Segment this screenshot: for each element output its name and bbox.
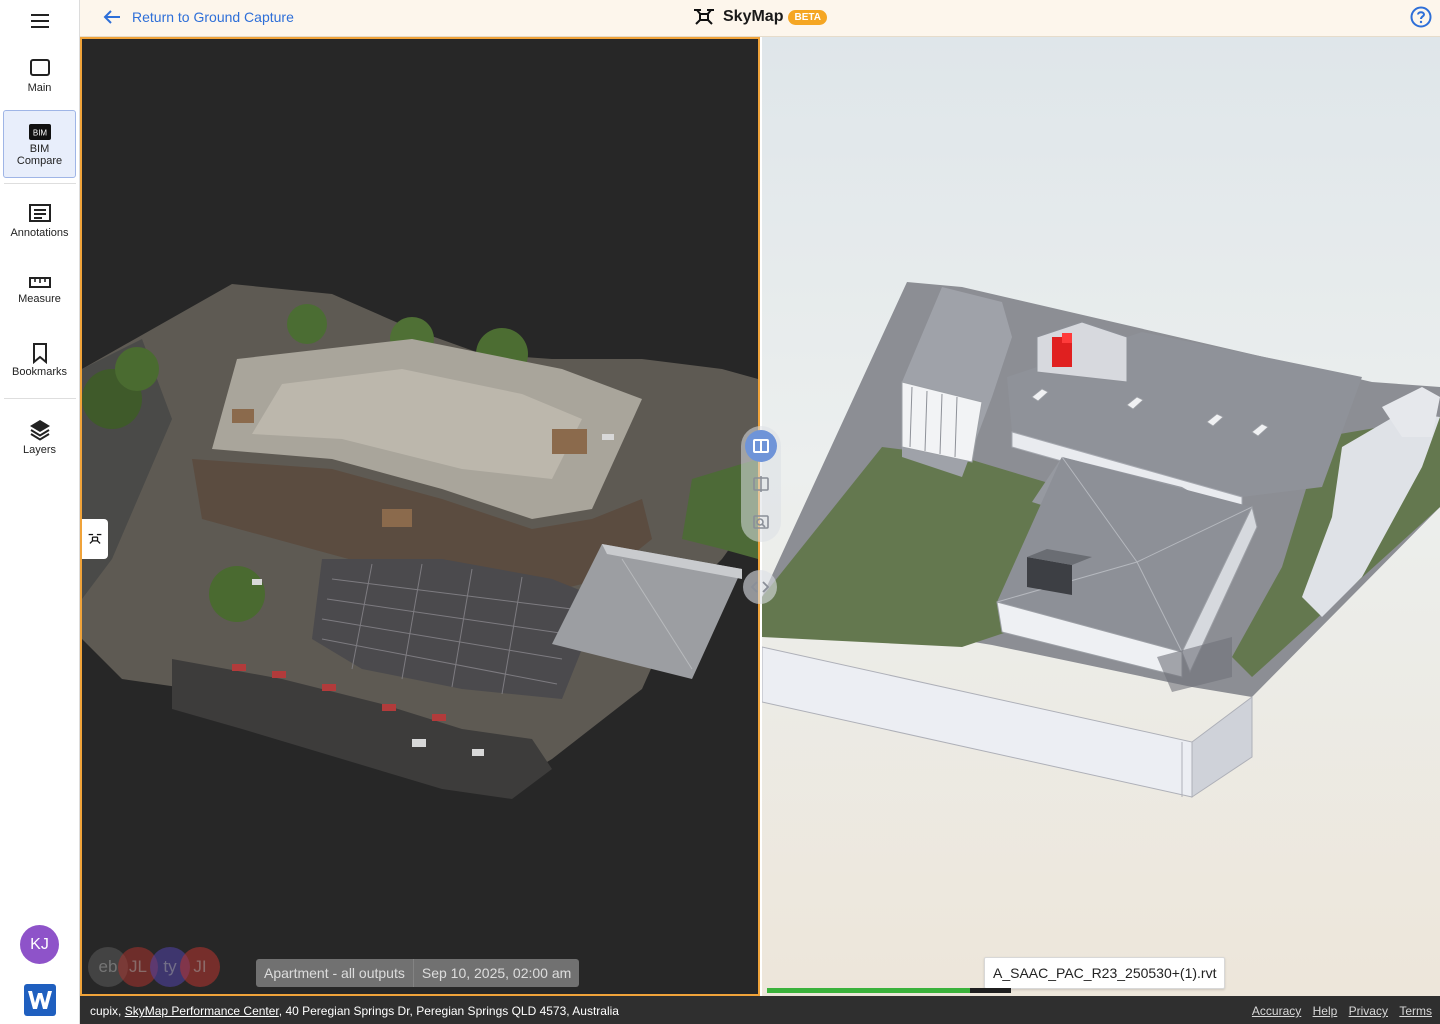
workspace-logo[interactable] xyxy=(24,984,56,1016)
capture-date-selector[interactable]: Sep 10, 2025, 02:00 am xyxy=(414,965,579,981)
sidebar-item-label: Layers xyxy=(22,444,57,456)
inspect-icon xyxy=(753,515,769,529)
bookmark-icon xyxy=(32,343,47,364)
ruler-icon xyxy=(28,277,51,288)
sidebar-item-bim-compare[interactable]: BIM BIM Compare xyxy=(3,110,76,178)
beta-badge: BETA xyxy=(788,9,827,25)
privacy-link[interactable]: Privacy xyxy=(1349,1004,1388,1018)
model-load-progress-fill xyxy=(767,988,970,993)
bim-model-file-label[interactable]: A_SAAC_PAC_R23_250530+(1).rvt xyxy=(984,957,1226,989)
sidebar-item-label: BIM xyxy=(29,143,50,155)
view-mode-controls xyxy=(741,426,781,542)
arrow-left-icon xyxy=(103,10,120,24)
sidebar: Main BIM BIM Compare Annotations Measure… xyxy=(0,0,80,1024)
square-icon xyxy=(29,59,50,76)
bim-model-scene[interactable] xyxy=(762,37,1440,996)
sidebar-item-bookmarks[interactable]: Bookmarks xyxy=(3,342,76,382)
overlay-view-icon xyxy=(753,476,769,492)
help-link[interactable]: Help xyxy=(1313,1004,1338,1018)
sidebar-item-label: Annotations xyxy=(10,227,69,239)
drone-icon xyxy=(694,9,714,25)
drone-icon xyxy=(88,533,102,544)
sidebar-item-annotations[interactable]: Annotations xyxy=(3,203,76,243)
presence-avatars: eb JL ty JI xyxy=(88,947,228,987)
drone-view-toggle[interactable] xyxy=(82,519,108,559)
nav-divider xyxy=(4,398,76,399)
inspect-view-button[interactable] xyxy=(745,506,777,538)
bim-model-viewer[interactable]: A_SAAC_PAC_R23_250530+(1).rvt xyxy=(762,37,1440,996)
annotations-icon xyxy=(28,204,51,222)
overlay-view-button[interactable] xyxy=(745,468,777,500)
user-avatar[interactable]: KJ xyxy=(20,925,59,964)
top-header: Return to Ground Capture SkyMap BETA xyxy=(80,0,1440,37)
reality-capture-viewer[interactable]: eb JL ty JI Apartment - all outputs Sep … xyxy=(80,37,760,996)
point-cloud-scene[interactable] xyxy=(82,39,758,994)
project-link[interactable]: SkyMap Performance Center xyxy=(125,1004,279,1018)
swap-views-button[interactable] xyxy=(743,570,777,604)
swap-horizontal-icon xyxy=(750,581,770,593)
sidebar-item-measure[interactable]: Measure xyxy=(3,275,76,313)
accuracy-link[interactable]: Accuracy xyxy=(1252,1004,1301,1018)
footer-bar: cupix, SkyMap Performance Center, 40 Per… xyxy=(80,996,1440,1024)
company-name: cupix, xyxy=(90,1004,122,1018)
side-by-side-view-button[interactable] xyxy=(745,430,777,462)
capture-info-bar: Apartment - all outputs Sep 10, 2025, 02… xyxy=(256,959,580,987)
sidebar-item-label: Measure xyxy=(18,293,61,305)
capture-name-selector[interactable]: Apartment - all outputs xyxy=(256,965,413,981)
sidebar-item-layers[interactable]: Layers xyxy=(3,418,76,458)
sidebar-item-label: Bookmarks xyxy=(11,366,68,378)
svg-text:BIM: BIM xyxy=(32,129,47,138)
app-name: SkyMap xyxy=(723,8,784,25)
sidebar-item-label: Main xyxy=(27,82,52,94)
project-address: , 40 Peregian Springs Dr, Peregian Sprin… xyxy=(278,1004,619,1018)
terms-link[interactable]: Terms xyxy=(1399,1004,1432,1018)
project-location: cupix, SkyMap Performance Center, 40 Per… xyxy=(90,1004,619,1018)
sidebar-item-label-2: Compare xyxy=(16,155,63,167)
bim-icon: BIM xyxy=(28,124,51,140)
hamburger-menu-icon[interactable] xyxy=(24,8,56,34)
nav-divider xyxy=(4,183,76,184)
return-to-ground-capture-link[interactable]: Return to Ground Capture xyxy=(102,7,294,27)
help-icon[interactable] xyxy=(1410,6,1432,28)
sidebar-item-main[interactable]: Main xyxy=(3,56,76,100)
app-title: SkyMap BETA xyxy=(693,6,827,28)
presence-avatar[interactable]: JI xyxy=(180,947,220,987)
model-load-progress xyxy=(767,988,1011,993)
layers-icon xyxy=(29,420,50,441)
split-view-icon xyxy=(753,439,769,453)
footer-links: Accuracy Help Privacy Terms xyxy=(1244,1004,1432,1018)
back-link-label: Return to Ground Capture xyxy=(132,9,294,25)
